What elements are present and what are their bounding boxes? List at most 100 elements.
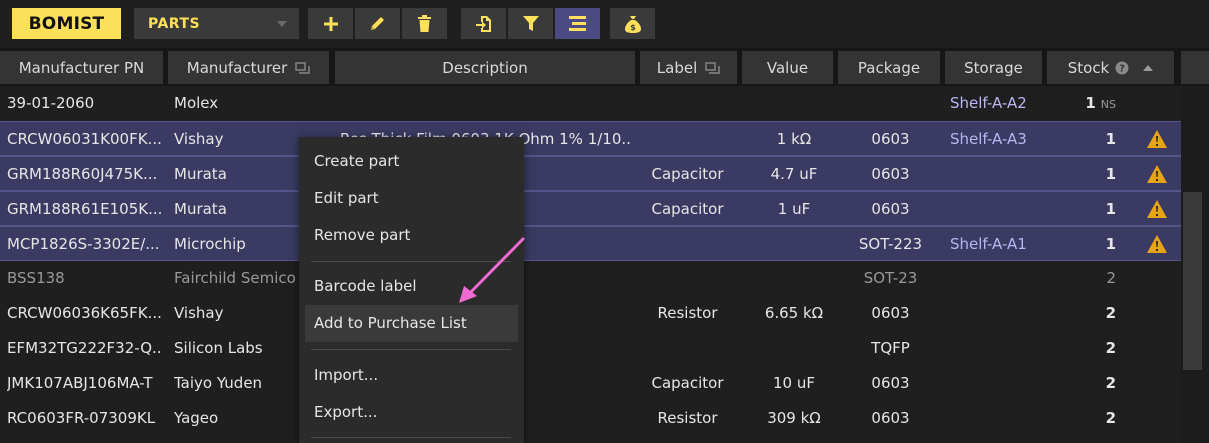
stock-count: 1 — [1105, 130, 1116, 148]
table-row[interactable]: CRCW06031K00FK...VishayRes Thick Film 06… — [0, 121, 1181, 156]
menu-separator — [311, 437, 511, 438]
cell-stock: 1 NS — [1050, 86, 1116, 121]
cell-label — [640, 331, 735, 366]
cell-value: 6.65 kΩ — [764, 304, 824, 322]
cell-storage: Shelf-A-A1 — [950, 235, 1027, 253]
table-row[interactable]: RC0603FR-07309KLYageoKohm; Resista...Res… — [0, 401, 1181, 436]
column-header-label-col[interactable]: Label — [640, 51, 737, 84]
section-select[interactable]: PARTS — [134, 8, 299, 39]
table-row[interactable]: GRM188R60J475K...MurataTolerance X5...Ca… — [0, 156, 1181, 191]
cell-value — [744, 331, 844, 366]
menu-item-import[interactable]: Import... — [305, 357, 518, 394]
table-row[interactable]: MCP1826S-3302E/...Microchip. Input; 6V; … — [0, 226, 1181, 261]
cell-storage — [950, 192, 1045, 227]
parts-table: 39-01-2060 Molex Shelf-A-A2 1 NS CRCW06031K00… — [0, 86, 1181, 443]
cell-value: 309 kΩ — [767, 409, 821, 427]
cell-package: 0603 — [871, 409, 910, 427]
column-chooser-icon[interactable] — [705, 61, 720, 74]
cell-storage: Shelf-A-A3 — [950, 130, 1027, 148]
cell-label — [640, 86, 735, 121]
filter-icon — [522, 16, 539, 31]
cell-stock: 1 — [1050, 227, 1116, 262]
column-chooser-icon[interactable] — [295, 61, 310, 74]
column-header-label: Value — [766, 58, 809, 77]
table-row[interactable]: EFM32TG222F32-Q...Silicon LabsCortex M3 … — [0, 331, 1181, 366]
cell-storage — [950, 401, 1045, 436]
cell-manufacturer-pn: CRCW06036K65FK... — [7, 304, 162, 322]
warning-icon[interactable] — [1147, 235, 1167, 253]
column-header-label: Description — [442, 58, 528, 77]
table-row[interactable]: GRM188R61E105K...Murata25V; X5R; ±1...Ca… — [0, 191, 1181, 226]
table-row[interactable]: 39-01-2060 Molex Shelf-A-A2 1 NS — [0, 86, 1181, 121]
file-import-icon — [476, 15, 491, 32]
table-row[interactable]: BSS138Fairchild Semico138 FAIRCHIL...SOT… — [0, 261, 1181, 296]
filter-button[interactable] — [508, 8, 553, 39]
money-bag-icon: $ — [624, 15, 641, 33]
cell-storage — [950, 331, 1045, 366]
column-header-package[interactable]: Package — [838, 51, 940, 84]
cell-stock: 2 — [1050, 331, 1116, 366]
warning-icon[interactable] — [1147, 130, 1167, 148]
cell-stock: 2 — [1050, 296, 1116, 331]
column-header-label: Manufacturer — [186, 58, 288, 77]
cell-label — [640, 227, 735, 262]
purchase-button[interactable]: $ — [610, 8, 655, 39]
cell-manufacturer-pn: EFM32TG222F32-Q... — [7, 339, 162, 357]
menu-item-edit-part[interactable]: Edit part — [305, 180, 518, 217]
cell-label: Capacitor — [651, 165, 724, 183]
stock-count: 2 — [1105, 339, 1116, 357]
plus-icon — [323, 16, 338, 31]
cell-package: SOT-23 — [863, 269, 918, 287]
menu-item-create-part[interactable]: Create part — [305, 143, 518, 180]
cell-label: Capacitor — [651, 200, 724, 218]
trash-icon — [418, 15, 431, 32]
cell-stock: 1 — [1050, 122, 1116, 157]
table-row[interactable]: JMK107ABJ106MA-TTaiyo YudenTolerance X5R… — [0, 366, 1181, 401]
cell-manufacturer-pn: GRM188R60J475K... — [7, 165, 158, 183]
column-header-manufacturer[interactable]: Manufacturer — [168, 51, 329, 84]
column-header-pn[interactable]: Manufacturer PN — [0, 51, 163, 84]
cell-manufacturer: Molex — [174, 94, 219, 112]
warning-icon[interactable] — [1147, 200, 1167, 218]
app-logo: BOMIST — [12, 8, 121, 39]
cell-package: 0603 — [871, 304, 910, 322]
pencil-icon — [371, 17, 384, 30]
column-header-label: Stock — [1067, 58, 1110, 77]
menu-item-export[interactable]: Export... — [305, 394, 518, 431]
section-select-value: PARTS — [148, 15, 201, 32]
column-header-value[interactable]: Value — [742, 51, 833, 84]
cell-manufacturer-pn: CRCW06031K00FK... — [7, 130, 162, 148]
warning-icon[interactable] — [1147, 165, 1167, 183]
cell-stock: 2 — [1050, 366, 1116, 401]
svg-text:$: $ — [630, 23, 636, 32]
cell-package — [838, 86, 943, 121]
cell-manufacturer-pn: MCP1826S-3302E/... — [7, 235, 160, 253]
cell-manufacturer-pn: RC0603FR-07309KL — [7, 409, 156, 427]
delete-part-button[interactable] — [402, 8, 447, 39]
group-button[interactable] — [555, 8, 600, 39]
import-button[interactable] — [461, 8, 506, 39]
menu-separator — [311, 349, 511, 350]
cell-package: 0603 — [871, 165, 910, 183]
cell-value — [744, 261, 844, 296]
scrollbar-thumb[interactable] — [1183, 192, 1202, 370]
cell-package: SOT-223 — [858, 235, 923, 253]
stock-count: 2 — [1106, 269, 1116, 287]
cell-package: 0603 — [871, 130, 910, 148]
cell-manufacturer-pn: GRM188R61E105K... — [7, 200, 162, 218]
menu-item-add-to-purchase-list[interactable]: Add to Purchase List — [305, 305, 518, 342]
cell-storage — [950, 157, 1045, 192]
cell-label — [640, 122, 735, 157]
column-header-description[interactable]: Description — [335, 51, 635, 84]
cell-value: 1 uF — [777, 200, 811, 218]
stock-unit-badge: NS — [1100, 98, 1116, 111]
table-header: Manufacturer PN Manufacturer Description… — [0, 48, 1209, 86]
table-row[interactable]: CRCW06036K65FK...VishayK Ohm 1% 0....Res… — [0, 296, 1181, 331]
column-header-stock[interactable]: Stock ? — [1047, 51, 1174, 84]
add-part-button[interactable] — [308, 8, 353, 39]
cell-value: 4.7 uF — [770, 165, 818, 183]
edit-part-button[interactable] — [355, 8, 400, 39]
help-icon[interactable]: ? — [1115, 61, 1129, 75]
column-header-storage[interactable]: Storage — [945, 51, 1042, 84]
cell-package: TQFP — [871, 339, 910, 357]
